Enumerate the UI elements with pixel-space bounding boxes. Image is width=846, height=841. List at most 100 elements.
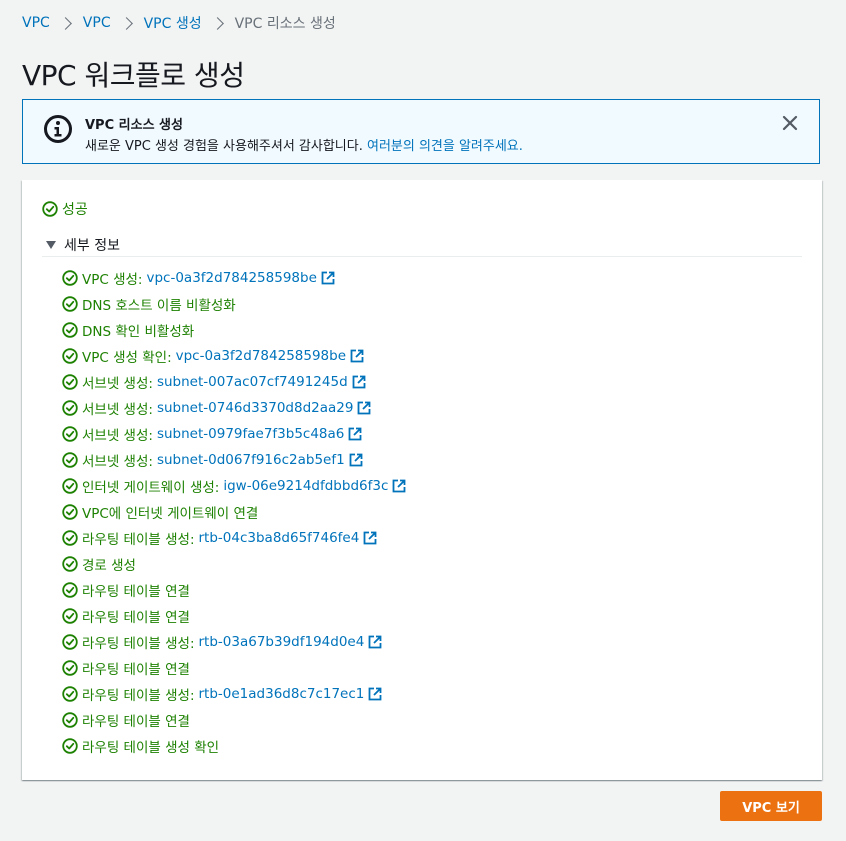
external-link-icon[interactable] [357,401,371,415]
step-label: DNS 확인 비활성화 [82,324,195,340]
step-item: 라우팅 테이블 생성 확인 [62,733,406,759]
step-label: 라우팅 테이블 연결 [82,714,190,730]
chevron-right-icon [58,16,72,30]
flash-title: VPC 리소스 생성 [85,118,183,133]
flash-message: 새로운 VPC 생성 경험을 사용해주셔서 감사합니다. 여러분의 의견을 알려… [85,135,523,154]
breadcrumb-create-vpc[interactable]: VPC 생성 [144,13,202,33]
step-item: VPC에 인터넷 게이트웨이 연결 [62,499,406,525]
step-item: 라우팅 테이블 생성: rtb-04c3ba8d65f746fe4 [62,525,406,551]
external-link-icon[interactable] [368,635,382,649]
step-item: 라우팅 테이블 생성: rtb-0e1ad36d8c7c17ec1 [62,681,406,707]
status-check-icon [62,400,78,416]
resource-link[interactable]: rtb-0e1ad36d8c7c17ec1 [199,686,365,702]
step-label: 라우팅 테이블 생성: [82,532,195,548]
step-item: DNS 확인 비활성화 [62,317,406,343]
external-link-icon[interactable] [368,687,382,701]
external-link-icon[interactable] [349,453,363,467]
caret-down-icon [46,241,56,249]
step-label: 인터넷 게이트웨이 생성: [82,480,220,496]
divider [42,256,802,257]
external-link-icon[interactable] [350,349,364,363]
chevron-right-icon [119,16,133,30]
step-item: 인터넷 게이트웨이 생성: igw-06e9214dfdbbd6f3c [62,473,406,499]
step-item: 경로 생성 [62,551,406,577]
status-check-icon [62,452,78,468]
info-circle-icon [44,115,72,143]
step-label: VPC 생성 확인: [82,350,172,366]
step-label: 라우팅 테이블 생성: [82,688,195,704]
external-link-icon[interactable] [392,479,406,493]
step-label: 경로 생성 [82,558,136,574]
details-toggle[interactable]: 세부 정보 [46,235,120,255]
status-check-icon [62,426,78,442]
step-item: 라우팅 테이블 연결 [62,577,406,603]
status-check-icon [62,348,78,364]
feedback-link[interactable]: 여러분의 의견을 알려주세요. [367,139,523,154]
breadcrumb: VPC VPC VPC 생성 VPC 리소스 생성 [22,14,336,32]
step-label: 서브넷 생성: [82,428,153,444]
info-flashbar: VPC 리소스 생성 새로운 VPC 생성 경험을 사용해주셔서 감사합니다. … [22,99,820,164]
breadcrumb-vpc-home[interactable]: VPC [22,15,50,31]
status-check-icon [62,504,78,520]
status-check-icon [62,322,78,338]
view-vpc-button[interactable]: VPC 보기 [720,791,822,821]
status-check-icon [62,738,78,754]
resource-link[interactable]: rtb-04c3ba8d65f746fe4 [199,530,360,546]
status-check-icon [62,478,78,494]
step-label: 서브넷 생성: [82,454,153,470]
flash-message-text: 새로운 VPC 생성 경험을 사용해주셔서 감사합니다. [85,139,367,154]
step-label: 서브넷 생성: [82,402,153,418]
step-item: 서브넷 생성: subnet-0746d3370d8d2aa29 [62,395,406,421]
step-item: VPC 생성: vpc-0a3f2d784258598be [62,265,406,291]
external-link-icon[interactable] [363,531,377,545]
success-label: 성공 [62,202,88,218]
step-label: 서브넷 생성: [82,376,153,392]
step-item: 라우팅 테이블 연결 [62,707,406,733]
status-check-icon [62,660,78,676]
step-item: VPC 생성 확인: vpc-0a3f2d784258598be [62,343,406,369]
status-check-icon [62,686,78,702]
step-item: 서브넷 생성: subnet-0979fae7f3b5c48a6 [62,421,406,447]
step-label: VPC 생성: [82,272,143,288]
step-item: 라우팅 테이블 연결 [62,603,406,629]
resource-link[interactable]: subnet-0746d3370d8d2aa29 [157,400,354,416]
details-label: 세부 정보 [64,238,120,254]
chevron-right-icon [210,16,224,30]
step-item: 서브넷 생성: subnet-007ac07cf7491245d [62,369,406,395]
resource-link[interactable]: igw-06e9214dfdbbd6f3c [223,478,388,494]
step-item: 라우팅 테이블 연결 [62,655,406,681]
resource-link[interactable]: vpc-0a3f2d784258598be [176,348,346,364]
status-check-icon [42,201,58,217]
status-check-icon [62,608,78,624]
step-label: DNS 호스트 이름 비활성화 [82,298,236,314]
external-link-icon[interactable] [352,375,366,389]
breadcrumb-vpc[interactable]: VPC [83,15,111,31]
step-item: 서브넷 생성: subnet-0d067f916c2ab5ef1 [62,447,406,473]
resource-link[interactable]: subnet-0979fae7f3b5c48a6 [157,426,344,442]
close-icon[interactable] [781,114,799,132]
step-item: DNS 호스트 이름 비활성화 [62,291,406,317]
resource-link[interactable]: rtb-03a67b39df194d0e4 [199,634,365,650]
step-item: 라우팅 테이블 생성: rtb-03a67b39df194d0e4 [62,629,406,655]
status-check-icon [62,374,78,390]
step-label: 라우팅 테이블 생성: [82,636,195,652]
status-check-icon [62,530,78,546]
workflow-status-panel: 성공 세부 정보 VPC 생성: vpc-0a3f2d784258598be DNS… [22,180,822,780]
page-title: VPC 워크플로 생성 [22,59,245,92]
step-label: VPC에 인터넷 게이트웨이 연결 [82,506,259,522]
steps-list: VPC 생성: vpc-0a3f2d784258598be DNS 호스트 이름 비… [62,265,406,759]
step-label: 라우팅 테이블 연결 [82,662,190,678]
step-label: 라우팅 테이블 생성 확인 [82,740,220,756]
status-check-icon [62,270,78,286]
step-label: 라우팅 테이블 연결 [82,584,190,600]
status-check-icon [62,582,78,598]
status-check-icon [62,296,78,312]
resource-link[interactable]: subnet-007ac07cf7491245d [157,374,348,390]
status-check-icon [62,556,78,572]
external-link-icon[interactable] [321,271,335,285]
status-check-icon [62,634,78,650]
resource-link[interactable]: vpc-0a3f2d784258598be [146,270,316,286]
success-status: 성공 [42,199,88,219]
resource-link[interactable]: subnet-0d067f916c2ab5ef1 [157,452,345,468]
external-link-icon[interactable] [348,427,362,441]
